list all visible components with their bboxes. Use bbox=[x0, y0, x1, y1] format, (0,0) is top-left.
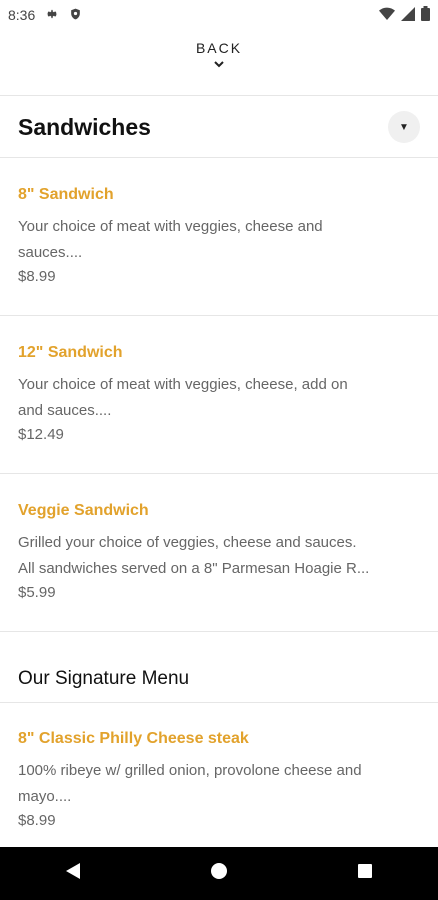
item-description: Grilled your choice of veggies, cheese a… bbox=[18, 530, 420, 582]
menu-item[interactable]: 12" Sandwich Your choice of meat with ve… bbox=[0, 344, 438, 443]
back-triangle-icon bbox=[65, 862, 81, 885]
category-dropdown-button[interactable]: ▼ bbox=[388, 111, 420, 143]
item-price: $12.49 bbox=[18, 426, 64, 443]
caret-down-icon: ▼ bbox=[399, 121, 409, 133]
divider bbox=[0, 315, 438, 316]
item-description-line: sauces.... bbox=[18, 244, 83, 261]
nav-home-button[interactable] bbox=[199, 854, 239, 894]
item-description: 100% ribeye w/ grilled onion, provolone … bbox=[18, 758, 420, 810]
divider bbox=[0, 702, 438, 703]
nav-recents-button[interactable] bbox=[345, 854, 385, 894]
category-title: Sandwiches bbox=[18, 113, 151, 140]
item-description: Your choice of meat with veggies, cheese… bbox=[18, 214, 420, 266]
settings-icon bbox=[45, 7, 59, 24]
back-button[interactable]: BACK bbox=[0, 40, 438, 84]
signature-menu-title: Our Signature Menu bbox=[18, 668, 190, 689]
item-description-line: Your choice of meat with veggies, cheese… bbox=[18, 218, 323, 235]
divider bbox=[0, 157, 438, 158]
status-bar: 8:36 bbox=[0, 0, 438, 30]
item-description-line: 100% ribeye w/ grilled onion, provolone … bbox=[18, 762, 362, 779]
wifi-icon bbox=[379, 7, 395, 24]
menu-item[interactable]: 8" Sandwich Your choice of meat with veg… bbox=[0, 186, 438, 285]
item-name: 8" Sandwich bbox=[18, 186, 114, 203]
item-price: $8.99 bbox=[18, 268, 56, 285]
category-header: Sandwiches ▼ bbox=[0, 96, 438, 158]
item-price: $5.99 bbox=[18, 584, 56, 601]
item-description-line: All sandwiches served on a 8" Parmesan H… bbox=[18, 560, 370, 577]
menu-item[interactable]: Veggie Sandwich Grilled your choice of v… bbox=[0, 502, 438, 601]
battery-icon bbox=[421, 6, 430, 24]
shield-icon bbox=[69, 7, 82, 24]
item-name: 12" Sandwich bbox=[18, 344, 123, 361]
item-description-line: Your choice of meat with veggies, cheese… bbox=[18, 376, 348, 393]
chevron-down-icon bbox=[214, 58, 224, 70]
status-time: 8:36 bbox=[8, 7, 36, 23]
item-description: Your choice of meat with veggies, cheese… bbox=[18, 372, 420, 424]
recents-square-icon bbox=[357, 863, 373, 884]
item-description-line: mayo.... bbox=[18, 788, 72, 805]
home-circle-icon bbox=[210, 862, 228, 885]
item-description-line: and sauces.... bbox=[18, 402, 112, 419]
system-nav-bar bbox=[0, 847, 438, 900]
nav-back-button[interactable] bbox=[53, 854, 93, 894]
item-description-line: Grilled your choice of veggies, cheese a… bbox=[18, 534, 357, 551]
item-name: 8" Classic Philly Cheese steak bbox=[18, 730, 249, 747]
item-name: Veggie Sandwich bbox=[18, 502, 149, 519]
item-price: $8.99 bbox=[18, 812, 56, 829]
divider bbox=[0, 631, 438, 632]
signal-icon bbox=[401, 6, 415, 24]
divider bbox=[0, 473, 438, 474]
menu-item[interactable]: 8" Classic Philly Cheese steak 100% ribe… bbox=[0, 730, 438, 829]
back-label: BACK bbox=[195, 40, 243, 56]
